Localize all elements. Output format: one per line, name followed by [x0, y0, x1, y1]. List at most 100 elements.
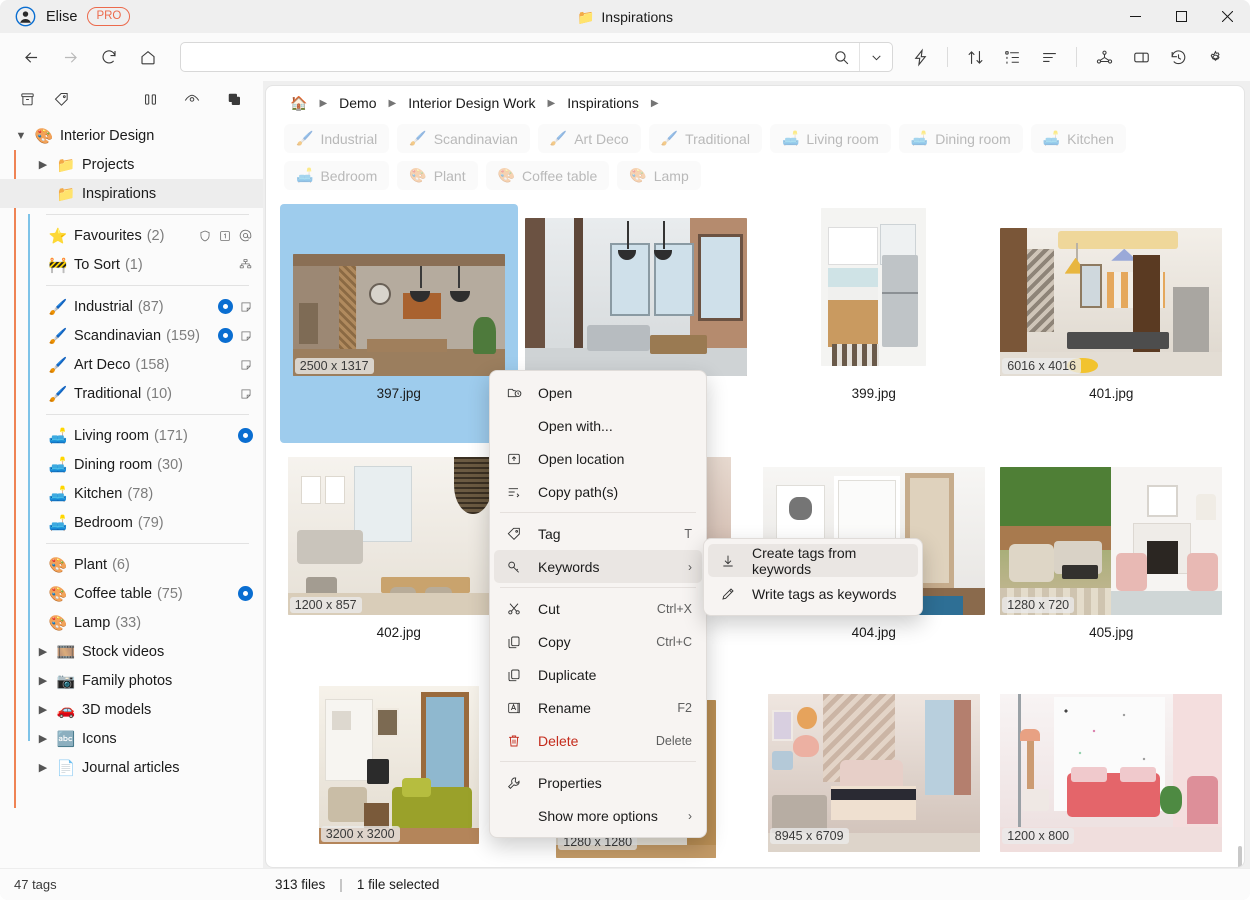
- breadcrumb-item-interior-design-work[interactable]: Interior Design Work: [402, 92, 541, 114]
- sidebar-item-interior-design[interactable]: ▼ 🎨 Interior Design: [0, 121, 263, 150]
- forward-icon[interactable]: [53, 40, 87, 74]
- sidebar-item-plant[interactable]: 🎨 Plant (6): [0, 550, 263, 579]
- chip-dining-room[interactable]: 🛋️ Dining room: [898, 124, 1023, 153]
- breadcrumb-item-inspirations[interactable]: Inspirations: [561, 92, 645, 114]
- context-menu-item-open[interactable]: Open: [494, 376, 702, 409]
- thumbnail[interactable]: 8945 x 6709: [767, 686, 980, 856]
- thumbnail[interactable]: 640 x 960: [821, 208, 927, 376]
- thumbnail[interactable]: 2500 x 1317: [292, 208, 505, 376]
- file-tile[interactable]: 3200 x 3200: [280, 682, 518, 867]
- chevron-down-icon[interactable]: [859, 43, 892, 71]
- note-icon[interactable]: [239, 329, 253, 343]
- context-menu-item-copy-paths[interactable]: Copy path(s): [494, 475, 702, 508]
- sidebar-item-icons[interactable]: ▶ 🔤 Icons: [0, 724, 263, 753]
- chip-kitchen[interactable]: 🛋️ Kitchen: [1030, 124, 1126, 153]
- lightning-icon[interactable]: [903, 40, 937, 74]
- refresh-icon[interactable]: [92, 40, 126, 74]
- submenu-item-write-tags-as-keywords[interactable]: Write tags as keywords: [708, 577, 918, 610]
- context-menu-item-rename[interactable]: Rename F2: [494, 691, 702, 724]
- pin-icon[interactable]: [218, 299, 233, 314]
- chip-coffee-table[interactable]: 🎨 Coffee table: [485, 161, 610, 190]
- account-area[interactable]: Elise PRO: [0, 6, 131, 27]
- context-menu-item-tag[interactable]: Tag T: [494, 517, 702, 550]
- context-menu-item-open-location[interactable]: Open location: [494, 442, 702, 475]
- scrollbar-thumb[interactable]: [1238, 846, 1242, 867]
- sidebar-item-traditional[interactable]: 🖌️ Traditional (10): [0, 379, 263, 408]
- sidebar-item-stock-videos[interactable]: ▶ 🎞️ Stock videos: [0, 637, 263, 666]
- file-tile[interactable]: 2500 x 1317 397.jpg: [280, 204, 518, 443]
- thumbnail[interactable]: 6016 x 4016: [1000, 208, 1223, 376]
- sidebar-item-bedroom[interactable]: 🛋️ Bedroom (79): [0, 508, 263, 537]
- file-tile[interactable]: 6016 x 4016 401.jpg: [993, 204, 1231, 443]
- panel-icon[interactable]: [1124, 40, 1158, 74]
- thumbnail[interactable]: 1280 x 720: [1000, 447, 1223, 615]
- sidebar-item-living-room[interactable]: 🛋️ Living room (171): [0, 421, 263, 450]
- file-tile[interactable]: 640 x 960 399.jpg: [755, 204, 993, 443]
- home-icon[interactable]: [131, 40, 165, 74]
- chevron-right-icon[interactable]: ▶: [32, 732, 54, 745]
- split-view-icon[interactable]: [137, 86, 163, 112]
- sort-icon[interactable]: [958, 40, 992, 74]
- chip-lamp[interactable]: 🎨 Lamp: [617, 161, 701, 190]
- sidebar-item-dining-room[interactable]: 🛋️ Dining room (30): [0, 450, 263, 479]
- context-menu-item-delete[interactable]: Delete Delete: [494, 724, 702, 757]
- pin-icon[interactable]: [238, 586, 253, 601]
- chip-industrial[interactable]: 🖌️ Industrial: [284, 124, 390, 153]
- sidebar-item-inspirations[interactable]: 📁 Inspirations: [0, 179, 263, 208]
- close-button[interactable]: [1204, 0, 1250, 33]
- thumbnail[interactable]: 1200 x 857: [287, 447, 510, 615]
- submenu-item-create-tags-from-keywords[interactable]: Create tags from keywords: [708, 544, 918, 577]
- archive-icon[interactable]: [14, 86, 40, 112]
- vertical-scrollbar[interactable]: [1237, 206, 1242, 867]
- breadcrumb-item-demo[interactable]: Demo: [333, 92, 382, 114]
- settings-icon[interactable]: [1198, 40, 1232, 74]
- sidebar-item-coffee-table[interactable]: 🎨 Coffee table (75): [0, 579, 263, 608]
- chip-plant[interactable]: 🎨 Plant: [397, 161, 478, 190]
- context-menu-item-cut[interactable]: Cut Ctrl+X: [494, 592, 702, 625]
- sidebar-item-favourites[interactable]: ⭐ Favourites (2): [0, 221, 263, 250]
- chevron-right-icon[interactable]: ▶: [32, 761, 54, 774]
- chip-scandinavian[interactable]: 🖌️ Scandinavian: [397, 124, 530, 153]
- thumbnail[interactable]: 1200 x 800: [1000, 686, 1223, 856]
- back-icon[interactable]: [14, 40, 48, 74]
- file-tile[interactable]: 1280 x 720 405.jpg: [993, 443, 1231, 682]
- context-menu-item-open-with[interactable]: Open with...: [494, 409, 702, 442]
- layers-icon[interactable]: [221, 86, 247, 112]
- sidebar-item-projects[interactable]: ▶ 📁 Projects: [0, 150, 263, 179]
- chip-bedroom[interactable]: 🛋️ Bedroom: [284, 161, 390, 190]
- context-menu-item-duplicate[interactable]: Duplicate: [494, 658, 702, 691]
- file-tile[interactable]: 1200 x 857 402.jpg: [280, 443, 518, 682]
- details-view-icon[interactable]: [1032, 40, 1066, 74]
- note-icon[interactable]: [239, 387, 253, 401]
- sidebar-item-journal-articles[interactable]: ▶ 📄 Journal articles: [0, 753, 263, 782]
- sidebar-item-3d-models[interactable]: ▶ 🚗 3D models: [0, 695, 263, 724]
- hierarchy-icon[interactable]: [238, 257, 253, 272]
- breadcrumb-home-icon[interactable]: 🏠: [284, 92, 313, 115]
- chevron-right-icon[interactable]: ▶: [32, 703, 54, 716]
- thumbnail[interactable]: 3200 x 3200: [318, 686, 479, 856]
- sidebar-item-family-photos[interactable]: ▶ 📷 Family photos: [0, 666, 263, 695]
- pin-icon[interactable]: [218, 328, 233, 343]
- shield-icon[interactable]: [198, 229, 212, 243]
- chevron-down-icon[interactable]: ▼: [10, 130, 32, 142]
- context-menu-item-properties[interactable]: Properties: [494, 766, 702, 799]
- chevron-right-icon[interactable]: ▶: [32, 158, 54, 171]
- chip-traditional[interactable]: 🖌️ Traditional: [648, 124, 762, 153]
- eye-icon[interactable]: [179, 86, 205, 112]
- tag-icon[interactable]: [48, 86, 74, 112]
- sidebar-item-art-deco[interactable]: 🖌️ Art Deco (158): [0, 350, 263, 379]
- history-icon[interactable]: [1161, 40, 1195, 74]
- at-icon[interactable]: [238, 228, 253, 243]
- sidebar-item-kitchen[interactable]: 🛋️ Kitchen (78): [0, 479, 263, 508]
- search-input[interactable]: [181, 43, 823, 71]
- sidebar-item-industrial[interactable]: 🖌️ Industrial (87): [0, 292, 263, 321]
- context-menu-item-copy[interactable]: Copy Ctrl+C: [494, 625, 702, 658]
- list-view-icon[interactable]: [995, 40, 1029, 74]
- file-tile[interactable]: 1200 x 800: [993, 682, 1231, 867]
- sidebar-item-scandinavian[interactable]: 🖌️ Scandinavian (159): [0, 321, 263, 350]
- search-bar[interactable]: [180, 42, 893, 72]
- sidebar-item-lamp[interactable]: 🎨 Lamp (33): [0, 608, 263, 637]
- context-menu-item-show-more-options[interactable]: Show more options ›: [494, 799, 702, 832]
- chevron-right-icon[interactable]: ▶: [32, 674, 54, 687]
- context-menu-item-keywords[interactable]: Keywords ›: [494, 550, 702, 583]
